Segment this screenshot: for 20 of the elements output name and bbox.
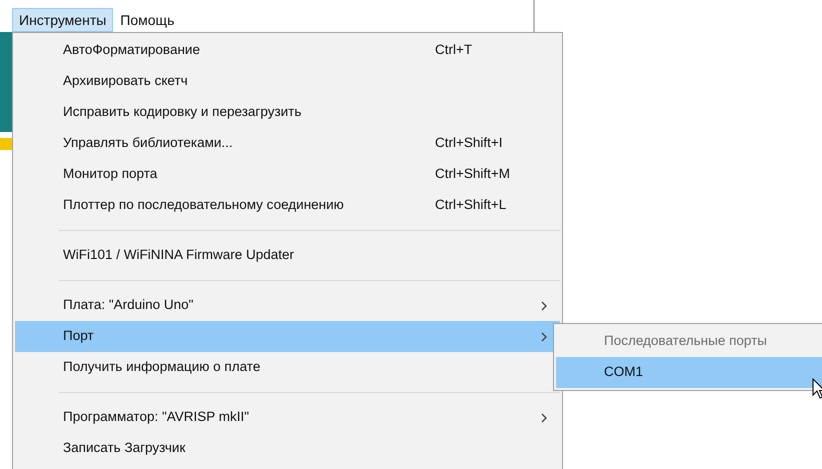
shortcut-text: Ctrl+Shift+L bbox=[435, 196, 508, 214]
menu-bar-item[interactable]: Помощь bbox=[113, 8, 182, 32]
menu-item[interactable]: Записать Загрузчик bbox=[15, 433, 560, 464]
menu-item[interactable]: Плоттер по последовательному соединению Ctrl+Shift+L bbox=[15, 190, 560, 221]
submenu-item: Последовательные порты bbox=[603, 332, 768, 350]
mouse-cursor-icon bbox=[812, 378, 822, 400]
menu-item[interactable]: Монитор порта Ctrl+Shift+M bbox=[15, 159, 560, 190]
menu-item[interactable]: Плата: "Arduino Uno" bbox=[15, 290, 560, 321]
shortcut-text: Ctrl+Shift+I bbox=[435, 134, 504, 152]
shortcut-text: Ctrl+T bbox=[435, 41, 474, 60]
shortcut-text: Ctrl+Shift+M bbox=[435, 165, 512, 184]
menu-item[interactable]: АвтоФорматирование Ctrl+T bbox=[15, 35, 560, 66]
menu-item[interactable]: Архивировать скетч bbox=[15, 66, 560, 97]
menu-bar-item[interactable]: Инструменты bbox=[12, 8, 114, 32]
menu-item[interactable]: Программатор: "AVRISP mkII" bbox=[15, 402, 560, 433]
menu-item[interactable]: Исправить кодировку и перезагрузить bbox=[15, 97, 560, 128]
menu-item[interactable]: WiFi101 / WiFiNINA Firmware Updater bbox=[15, 240, 560, 271]
menu-item[interactable]: Управлять библиотеками... Ctrl+Shift+I bbox=[15, 128, 560, 159]
menu-item[interactable]: Порт bbox=[15, 321, 560, 352]
submenu-item[interactable]: COM1 bbox=[556, 357, 822, 388]
